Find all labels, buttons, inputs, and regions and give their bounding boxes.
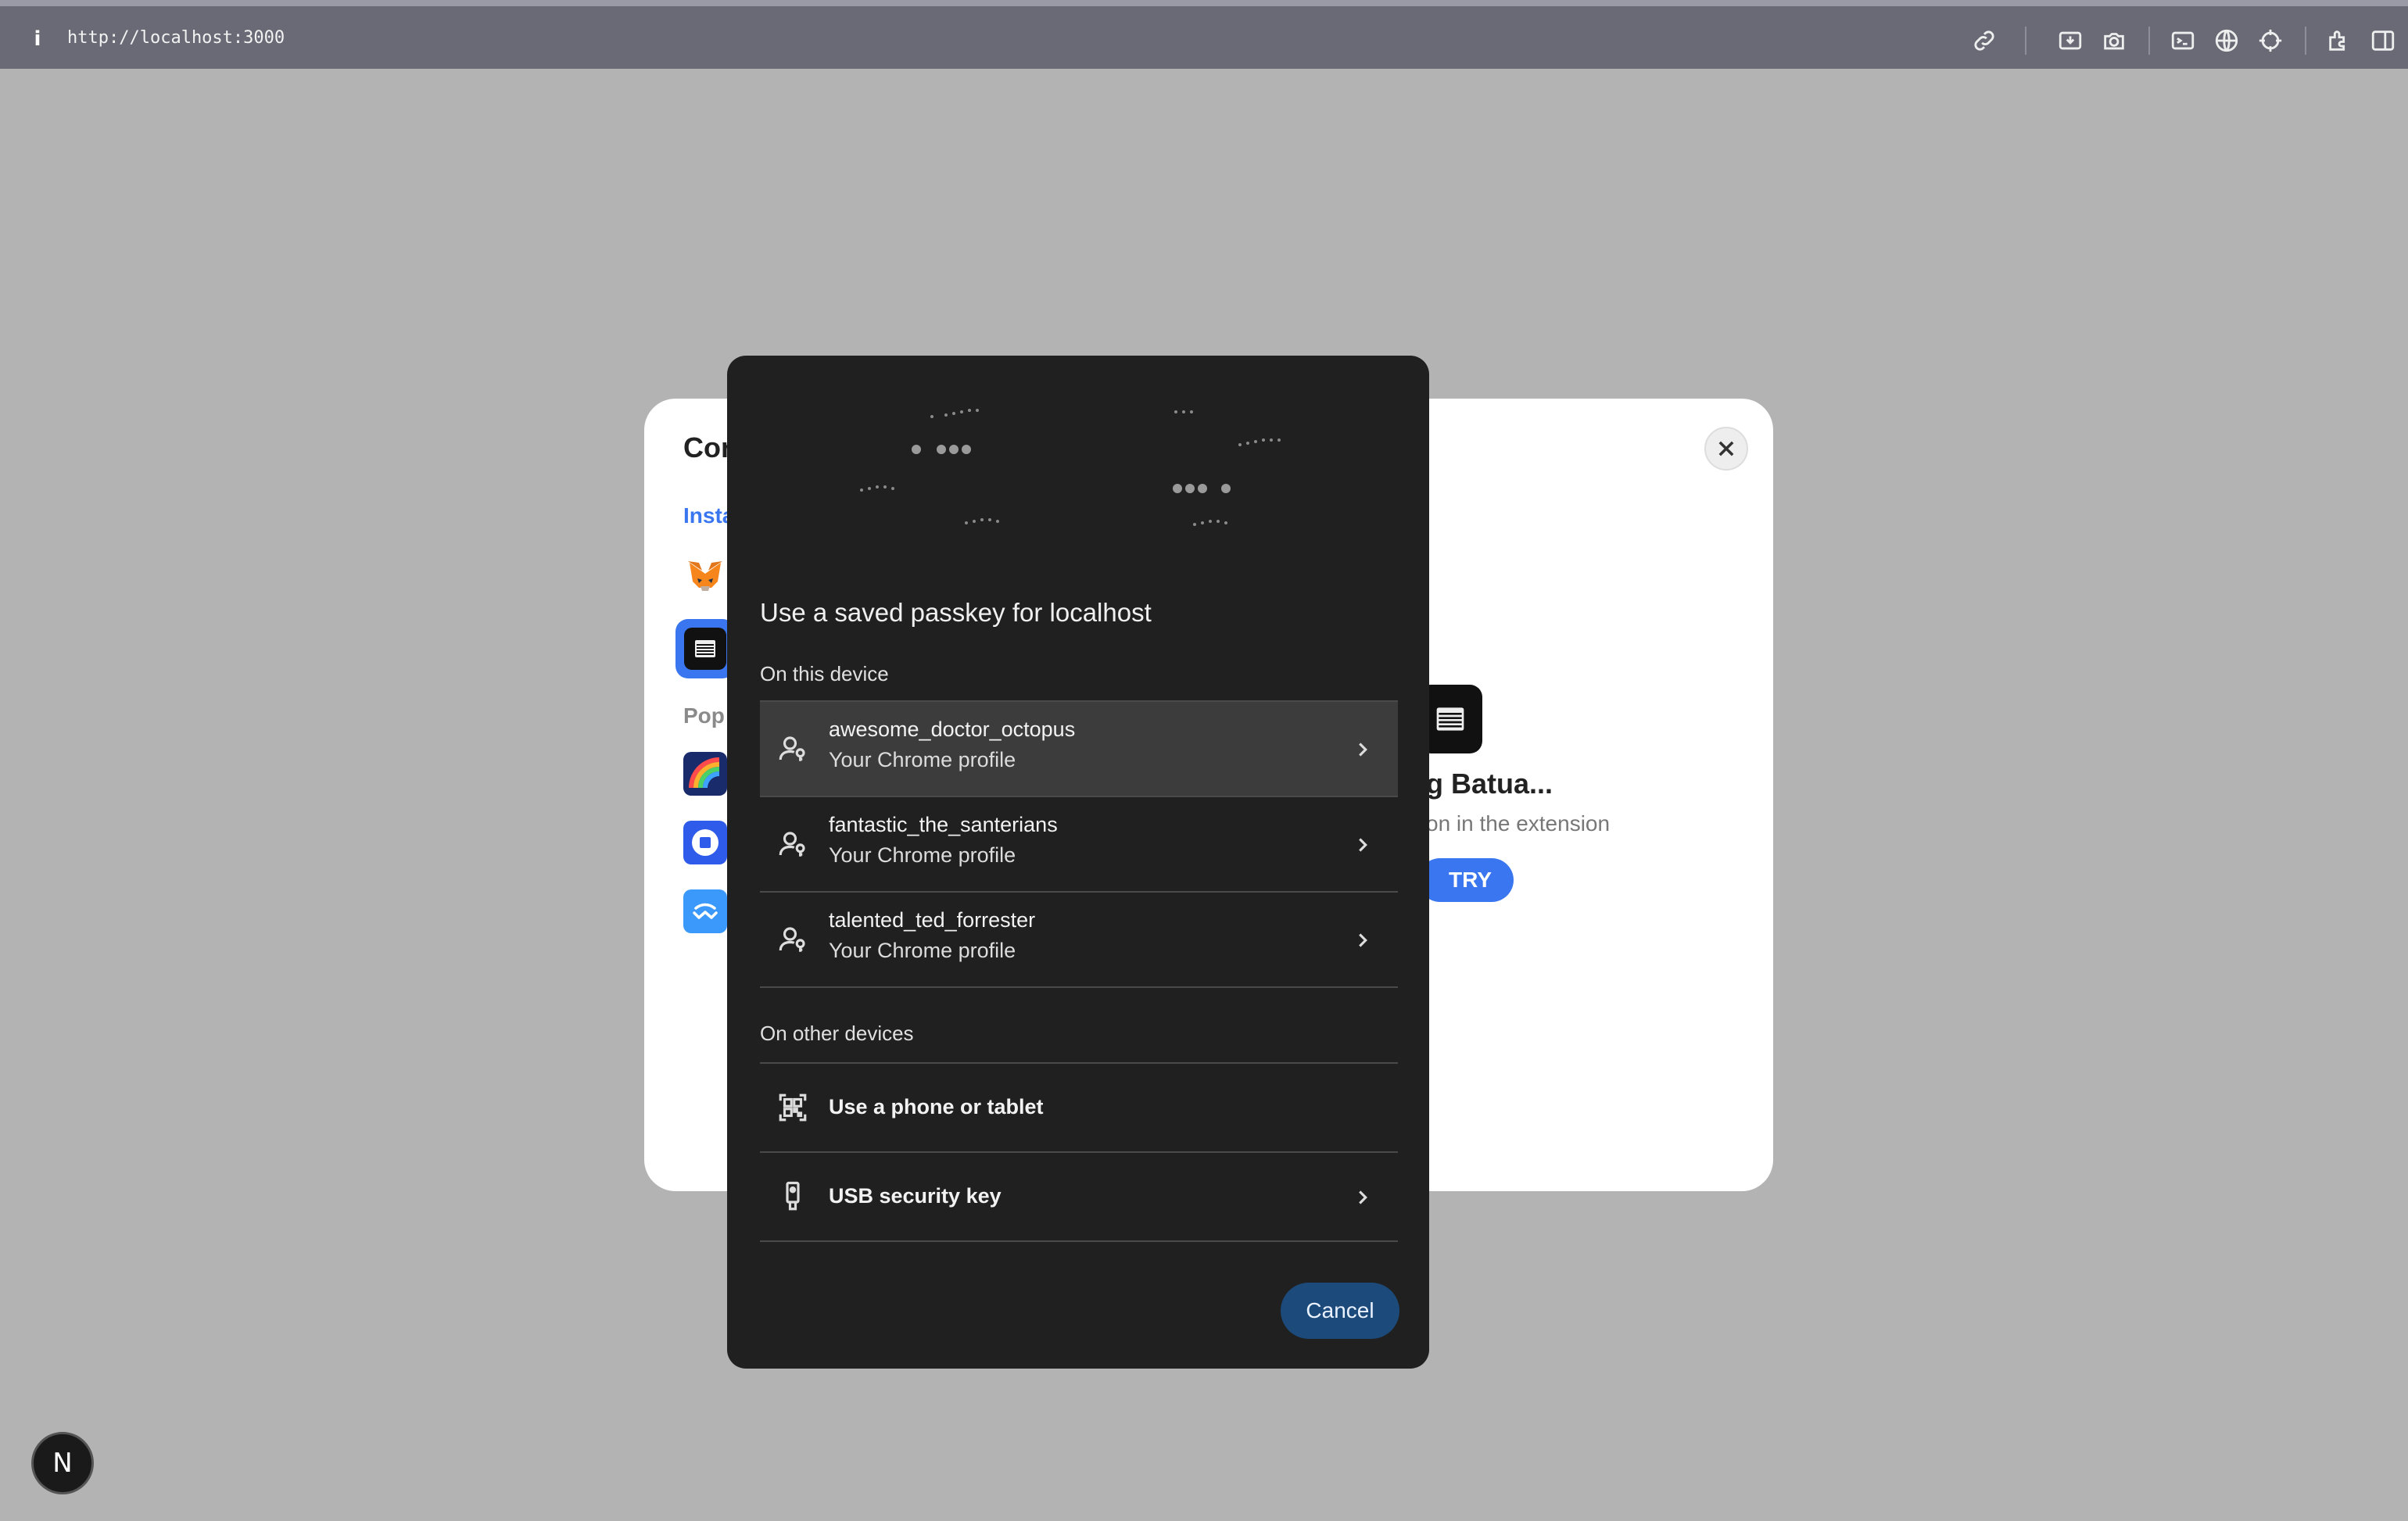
info-icon[interactable]: i (28, 23, 47, 55)
walletconnect-icon[interactable] (683, 889, 727, 933)
passkey-option-awesome-doctor-octopus[interactable]: awesome_doctor_octopus Your Chrome profi… (760, 702, 1398, 796)
toolbar-separator (2305, 27, 2306, 55)
url-bar[interactable]: http://localhost:3000 (67, 28, 285, 48)
toolbar-separator (2025, 27, 2026, 55)
usb-security-key-option[interactable]: USB security key (760, 1153, 1398, 1240)
passkey-source: Your Chrome profile (829, 939, 1016, 962)
on-other-devices-label: On other devices (760, 1022, 914, 1045)
extension-icon[interactable] (2325, 27, 2353, 55)
divider (760, 986, 1398, 988)
chevron-right-icon (1359, 1190, 1367, 1204)
usb-key-icon (776, 1179, 810, 1214)
screenshot-icon[interactable] (2056, 27, 2084, 55)
user-key-icon (776, 827, 810, 861)
popular-section-label: Pop (683, 703, 725, 728)
globe-icon[interactable] (2213, 27, 2241, 55)
on-this-device-label: On this device (760, 662, 889, 685)
retry-button[interactable]: TRY (1418, 858, 1514, 902)
connecting-subtitle: on in the extension (1426, 811, 1611, 836)
connecting-wallet-name: g Batua... (1426, 768, 1553, 800)
passkey-username: talented_ted_forrester (829, 908, 1036, 932)
rainbow-wallet-icon[interactable] (683, 752, 727, 796)
usb-option-label: USB security key (829, 1184, 1002, 1208)
qr-code-icon (776, 1090, 810, 1125)
dialog-title: Use a saved passkey for localhost (760, 598, 1152, 627)
phone-option-label: Use a phone or tablet (829, 1095, 1044, 1118)
chevron-right-icon (1359, 838, 1367, 852)
toolbar-separator (2148, 27, 2150, 55)
cancel-button[interactable]: Cancel (1281, 1283, 1399, 1339)
close-icon[interactable] (1704, 427, 1748, 471)
modal-title: Cor (683, 431, 732, 463)
user-key-icon (776, 732, 810, 766)
passkey-option-talented-ted-forrester[interactable]: talented_ted_forrester Your Chrome profi… (760, 893, 1398, 986)
divider (760, 1240, 1398, 1242)
terminal-icon[interactable] (2169, 27, 2197, 55)
passkey-illustration (860, 409, 1281, 526)
passkey-username: awesome_doctor_octopus (829, 718, 1076, 741)
sidebar-icon[interactable] (2369, 27, 2397, 55)
passkey-option-fantastic-the-santerians[interactable]: fantastic_the_santerians Your Chrome pro… (760, 797, 1398, 891)
nextjs-dev-button[interactable]: N (31, 1432, 94, 1494)
passkey-source: Your Chrome profile (829, 748, 1016, 771)
link-icon[interactable] (1970, 27, 1998, 55)
browser-toolbar: i http://localhost:3000 (0, 0, 2408, 69)
chevron-right-icon (1359, 933, 1367, 947)
chevron-right-icon (1359, 743, 1367, 757)
batua-wallet-icon-selected[interactable] (675, 619, 735, 678)
user-key-icon (776, 922, 810, 957)
metamask-fox-icon[interactable] (683, 555, 727, 599)
phone-or-tablet-option[interactable]: Use a phone or tablet (760, 1064, 1398, 1151)
coinbase-wallet-icon[interactable] (683, 821, 727, 864)
passkey-source: Your Chrome profile (829, 843, 1016, 867)
passkey-dialog: Use a saved passkey for localhost On thi… (727, 356, 1429, 1369)
crosshair-icon[interactable] (2256, 27, 2284, 55)
camera-icon[interactable] (2100, 27, 2128, 55)
passkey-username: fantastic_the_santerians (829, 813, 1058, 836)
